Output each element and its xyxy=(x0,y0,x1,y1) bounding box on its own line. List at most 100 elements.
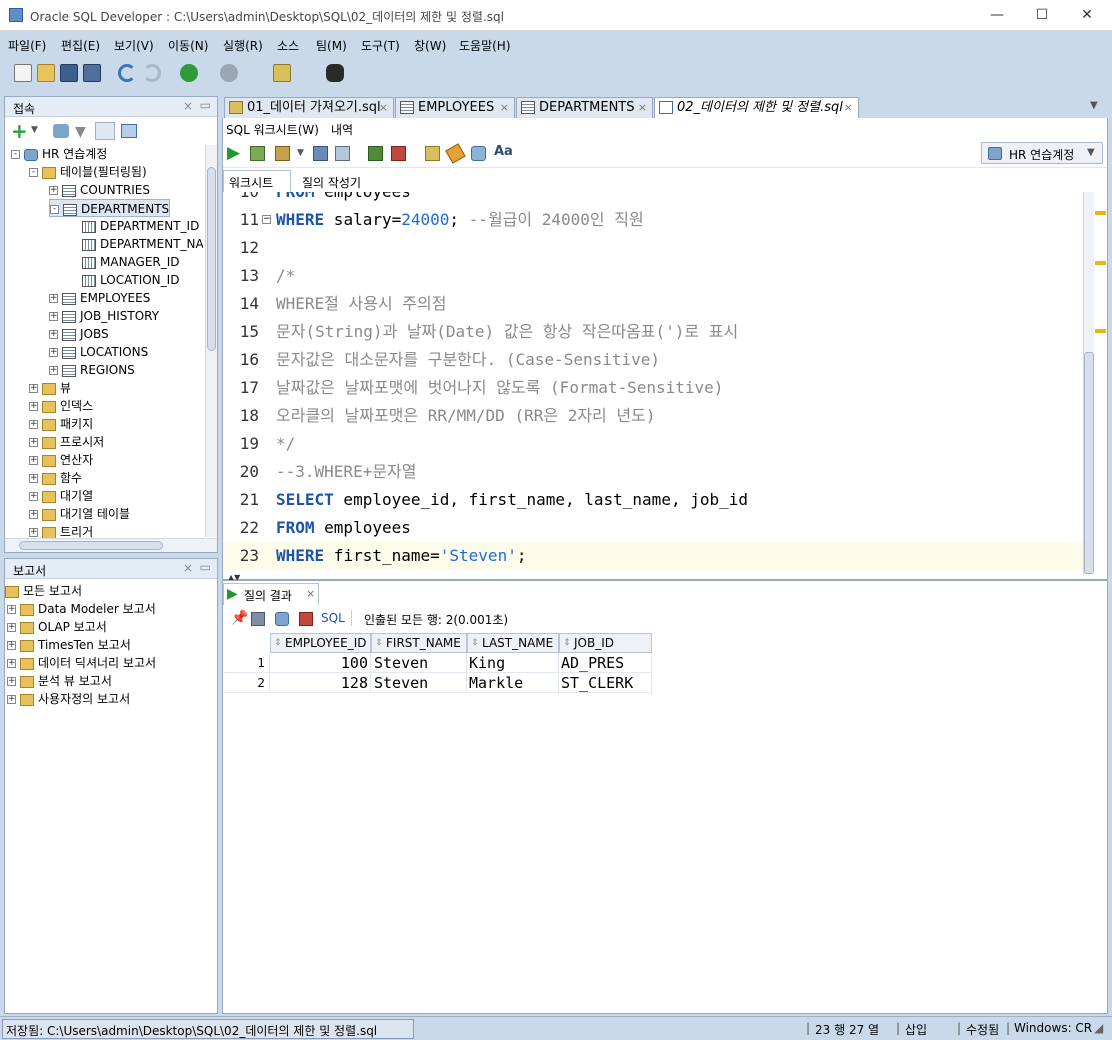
expand-icon[interactable]: + xyxy=(49,366,58,375)
close-button[interactable]: ✕ xyxy=(1077,6,1097,24)
expand-icon[interactable]: + xyxy=(29,402,38,411)
code-line[interactable]: 18 오라클의 날짜포맷은 RR/MM/DD (RR은 2자리 년도) xyxy=(223,402,1083,430)
menu-team[interactable]: 팀(M) xyxy=(316,37,347,54)
close-tab-icon[interactable]: × xyxy=(500,98,509,117)
code-line[interactable]: 11− WHERE salary=24000; --월급이 24000인 직원 xyxy=(223,206,1083,234)
expand-icon[interactable]: + xyxy=(49,186,58,195)
code-line[interactable]: 21 SELECT employee_id, first_name, last_n… xyxy=(223,486,1083,514)
tree-node[interactable]: - HR 연습계정 xyxy=(11,145,107,163)
close-tab-icon[interactable]: × xyxy=(844,98,853,117)
run-script-icon[interactable] xyxy=(250,146,265,161)
column-header-last-name[interactable]: ⇕ LAST_NAME xyxy=(467,633,559,653)
tree-node[interactable]: + JOBS xyxy=(49,325,109,343)
tab-01-data-fetch-sql[interactable]: 01_데이터 가져오기.sql × xyxy=(224,97,394,118)
code-line[interactable]: 14 WHERE절 사용시 주의점 xyxy=(223,290,1083,318)
tree-node[interactable]: + TimesTen 보고서 xyxy=(7,636,131,654)
connections-horizontal-scrollbar[interactable] xyxy=(5,538,217,552)
tree-node[interactable]: + 함수 xyxy=(29,469,82,487)
menu-edit[interactable]: 편집(E) xyxy=(61,37,100,54)
code-line[interactable]: 23 WHERE first_name='Steven'; xyxy=(223,542,1083,570)
sql-tuning-icon[interactable] xyxy=(335,146,350,161)
tab-departments[interactable]: DEPARTMENTS × xyxy=(516,97,653,118)
connections-vertical-scrollbar[interactable] xyxy=(205,145,217,537)
code-line[interactable]: 19 */ xyxy=(223,430,1083,458)
explain-plan-icon[interactable] xyxy=(313,146,328,161)
tab-query-result[interactable]: ▶ 질의 결과 × xyxy=(223,583,319,605)
tab-worksheet[interactable]: 워크시트 xyxy=(223,170,291,192)
tab-02-data-restrict-sort-sql[interactable]: 02_데이터의 제한 및 정렬.sql × xyxy=(654,97,859,118)
tree-node[interactable]: + OLAP 보고서 xyxy=(7,618,107,636)
tree-node[interactable]: 모든 보고서 xyxy=(5,582,82,600)
code-line[interactable]: 10 FROM employees xyxy=(223,192,1083,206)
expand-icon[interactable]: + xyxy=(7,605,16,614)
scrollbar-thumb[interactable] xyxy=(207,167,216,351)
filter-icon[interactable]: ▼ xyxy=(75,124,86,140)
close-tab-icon[interactable]: × xyxy=(379,98,388,117)
tree-node[interactable]: LOCATION_ID xyxy=(69,271,179,289)
menu-source[interactable]: 소스 xyxy=(277,37,299,54)
expand-icon[interactable]: + xyxy=(7,695,16,704)
scrollbar-thumb[interactable] xyxy=(1084,352,1094,574)
tree-node[interactable]: + 데이터 딕셔너리 보고서 xyxy=(7,654,156,672)
collapse-icon[interactable]: - xyxy=(11,150,20,159)
tab-list-dropdown-icon[interactable]: ▼ xyxy=(1090,100,1098,111)
menu-tools[interactable]: 도구(T) xyxy=(361,37,400,54)
tree-node[interactable]: + 인덱스 xyxy=(29,397,93,415)
collapse-icon[interactable]: - xyxy=(29,168,38,177)
add-connection-icon[interactable]: + xyxy=(11,121,28,141)
unshared-sql-icon[interactable] xyxy=(425,146,440,161)
cell-employee-id[interactable]: 100 xyxy=(270,653,371,673)
tree-node[interactable]: DEPARTMENT_NAME xyxy=(69,235,203,253)
sql-code-editor[interactable]: 10FROM employees11−WHERE salary=24000; -… xyxy=(223,192,1083,574)
autotrace-icon[interactable] xyxy=(275,146,290,161)
code-line[interactable]: 12 xyxy=(223,234,1083,262)
tree-node[interactable]: + REGIONS xyxy=(49,361,135,379)
new-file-icon[interactable] xyxy=(14,64,32,82)
scrollbar-thumb[interactable] xyxy=(19,541,163,550)
expand-icon[interactable]: + xyxy=(29,510,38,519)
minimize-pane-icon[interactable]: ▭ xyxy=(200,98,211,112)
redo-icon[interactable] xyxy=(143,64,161,82)
tree-node[interactable]: + EMPLOYEES xyxy=(49,289,150,307)
save-all-icon[interactable] xyxy=(83,64,101,82)
expand-icon[interactable]: + xyxy=(29,420,38,429)
connection-selector[interactable]: HR 연습계정 ▼ xyxy=(981,142,1103,164)
tree-node[interactable]: + JOB_HISTORY xyxy=(49,307,159,325)
sql-worksheet-icon[interactable] xyxy=(273,64,291,82)
minimize-pane-icon[interactable]: ▭ xyxy=(200,560,211,574)
expand-icon[interactable]: + xyxy=(49,312,58,321)
expand-icon[interactable]: + xyxy=(29,474,38,483)
refresh-icon[interactable] xyxy=(275,612,289,626)
code-line[interactable]: 17 날짜값은 날짜포맷에 벗어나지 않도록 (Format-Sensitive) xyxy=(223,374,1083,402)
unshared-worksheet-icon[interactable] xyxy=(121,124,137,138)
run-statement-icon[interactable]: ▶ xyxy=(227,143,240,163)
undo-icon[interactable] xyxy=(118,64,136,82)
clear-eraser-icon[interactable] xyxy=(445,143,466,164)
tree-node[interactable]: + 대기열 xyxy=(29,487,93,505)
cell-job-id[interactable]: AD_PRES xyxy=(559,653,652,673)
tree-node[interactable]: + 대기열 테이블 xyxy=(29,505,130,523)
sql-history-icon[interactable] xyxy=(471,146,486,161)
format-case-icon[interactable]: Aa xyxy=(494,144,513,159)
resize-grip-icon[interactable]: ◢ xyxy=(1094,1021,1103,1035)
warning-marker[interactable] xyxy=(1095,329,1106,333)
expand-icon[interactable]: + xyxy=(7,659,16,668)
tree-node[interactable]: MANAGER_ID xyxy=(69,253,180,271)
code-line[interactable]: 22 FROM employees xyxy=(223,514,1083,542)
tab-employees[interactable]: EMPLOYEES × xyxy=(395,97,515,118)
forward-icon[interactable] xyxy=(220,64,238,82)
tab-query-builder[interactable]: 질의 작성기 xyxy=(302,174,361,191)
save-icon[interactable] xyxy=(60,64,78,82)
tree-node[interactable]: + COUNTRIES xyxy=(49,181,150,199)
code-line[interactable]: 20 --3.WHERE+문자열 xyxy=(223,458,1083,486)
collapse-icon[interactable]: - xyxy=(50,205,59,214)
expand-icon[interactable]: + xyxy=(29,384,38,393)
commit-icon[interactable] xyxy=(368,146,383,161)
expand-icon[interactable]: + xyxy=(7,677,16,686)
close-icon[interactable]: × xyxy=(183,561,193,575)
sql-link[interactable]: SQL xyxy=(321,611,345,625)
warning-marker[interactable] xyxy=(1095,211,1106,215)
close-tab-icon[interactable]: × xyxy=(638,98,647,117)
tree-node[interactable]: + 분석 뷰 보고서 xyxy=(7,672,112,690)
menu-navigate[interactable]: 이동(N) xyxy=(168,37,208,54)
